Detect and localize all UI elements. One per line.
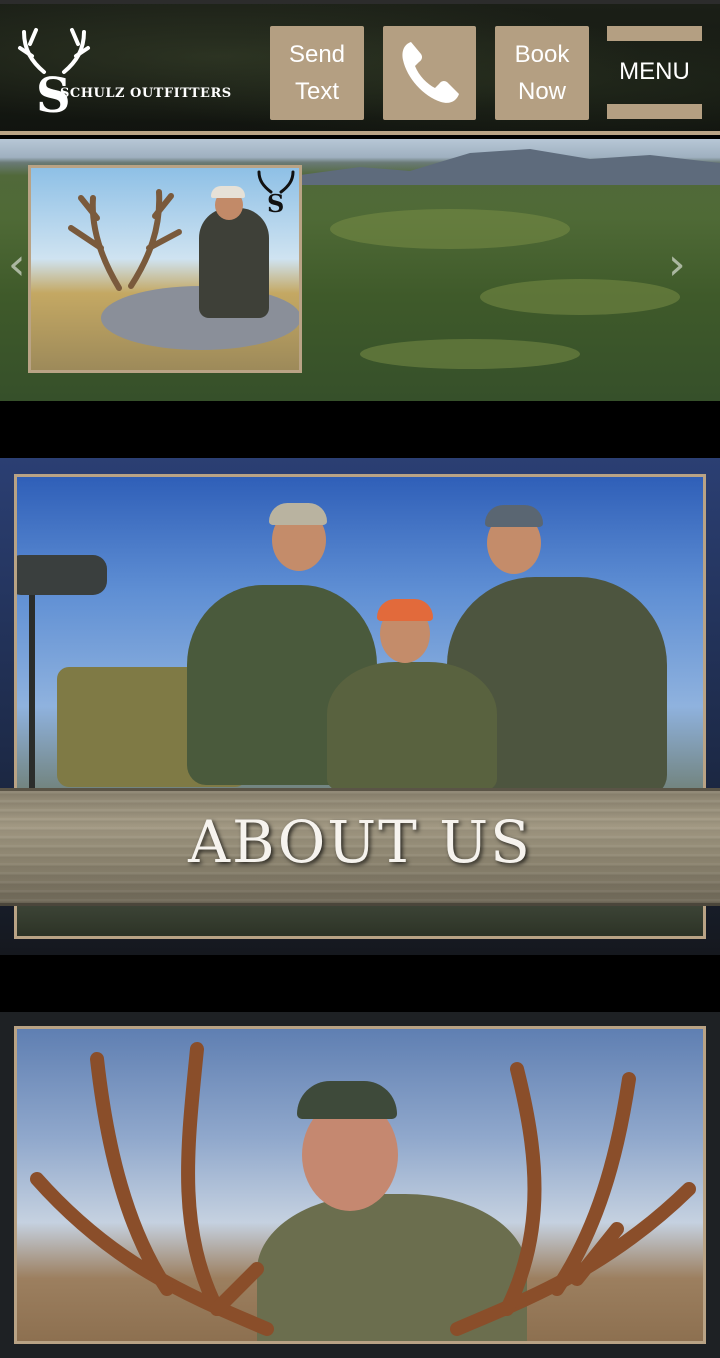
tripod-leg (29, 595, 35, 795)
about-section: ABOUT US (0, 458, 720, 955)
send-text-label-line1: Send (288, 41, 346, 68)
menu-bar-top (607, 26, 702, 41)
hero-slider: ‹ › S (0, 139, 720, 401)
book-now-button[interactable]: Book Now (495, 26, 589, 120)
slider-prev-arrow[interactable]: ‹ (8, 239, 26, 290)
logo-text: SCHULZ OUTFITTERS (60, 86, 232, 101)
watermark-logo-icon: S (257, 170, 295, 216)
menu-label: MENU (619, 58, 690, 85)
spotting-scope (17, 555, 107, 595)
book-now-label-line2: Now (517, 78, 566, 105)
menu-button[interactable]: MENU (607, 26, 702, 120)
call-button[interactable] (383, 26, 476, 120)
send-text-button[interactable]: Send Text (270, 26, 364, 120)
site-logo[interactable]: S SCHULZ OUTFITTERS (14, 26, 231, 118)
book-now-label-line1: Book (514, 41, 570, 68)
guide-section (0, 1012, 720, 1358)
cap-icon (377, 599, 433, 621)
antler-logo-icon: S (18, 28, 90, 118)
phone-icon (401, 42, 459, 103)
cap-icon (485, 505, 543, 527)
mountain-ridge (300, 149, 720, 185)
meadow-patch (360, 339, 580, 369)
trophy-deer-photo: S (28, 165, 302, 373)
site-header: S SCHULZ OUTFITTERS Send Text Book Now M… (0, 0, 720, 135)
svg-text:S: S (267, 189, 284, 216)
meadow-patch (330, 209, 570, 249)
antlers-icon (30, 1042, 696, 1336)
hunter-cap (211, 186, 245, 198)
guide-with-antlers-photo[interactable] (14, 1026, 706, 1344)
cap-icon (269, 503, 327, 525)
hunter-child (327, 662, 497, 792)
slider-next-arrow[interactable]: › (668, 239, 686, 290)
hunter-figure (199, 208, 269, 318)
about-us-title[interactable]: ABOUT US (0, 808, 720, 876)
meadow-patch (480, 279, 680, 315)
send-text-label-line2: Text (294, 78, 339, 105)
menu-bar-bottom (607, 104, 702, 119)
